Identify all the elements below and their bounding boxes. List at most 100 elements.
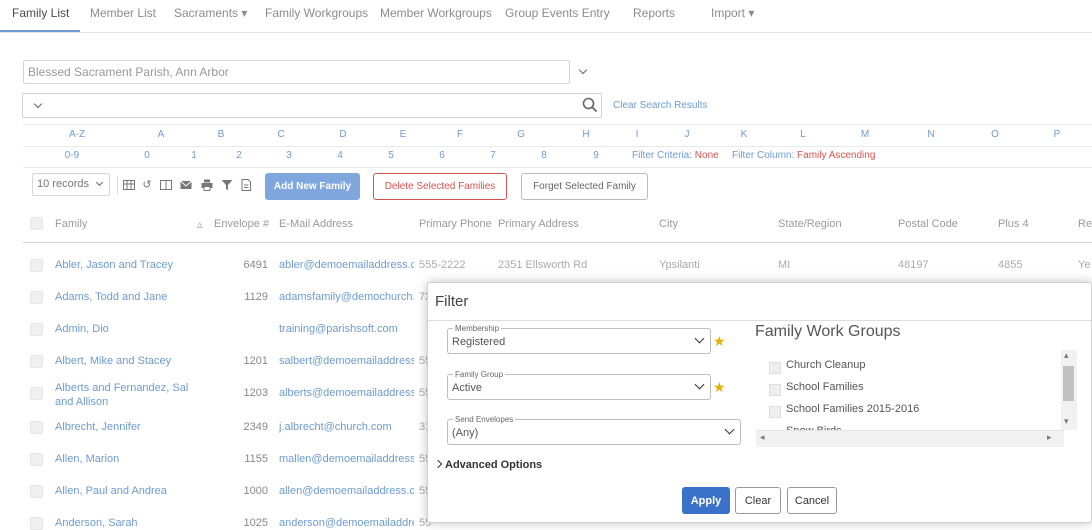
col-envelope[interactable]: Envelope #	[214, 218, 269, 230]
row-checkbox[interactable]	[30, 355, 43, 368]
alpha-filter-item[interactable]: A	[158, 129, 165, 140]
numeric-filter-item[interactable]: 2	[236, 150, 242, 161]
alpha-filter-item[interactable]: O	[991, 129, 999, 140]
grid-icon[interactable]	[123, 179, 135, 191]
row-checkbox[interactable]	[30, 259, 43, 272]
col-email[interactable]: E-Mail Address	[279, 218, 353, 230]
col-address[interactable]: Primary Address	[498, 218, 579, 230]
advanced-options-toggle[interactable]: Advanced Options	[433, 459, 542, 471]
parish-select[interactable]: Blessed Sacrament Parish, Ann Arbor	[23, 60, 588, 84]
row-checkbox[interactable]	[30, 517, 43, 530]
numeric-filter-item[interactable]: 0-9	[65, 150, 79, 161]
alpha-filter-item[interactable]: B	[218, 129, 225, 140]
scroll-right-icon[interactable]: ▸	[1047, 432, 1052, 443]
star-icon[interactable]: ★	[713, 380, 726, 394]
alpha-filter-item[interactable]: C	[277, 129, 284, 140]
alpha-filter-item[interactable]: I	[636, 129, 639, 140]
numeric-filter-item[interactable]: 9	[593, 150, 599, 161]
undo-icon[interactable]: ↺	[141, 179, 153, 191]
tab-group-events-entry[interactable]: Group Events Entry	[505, 6, 610, 20]
send-envelopes-select[interactable]: Send Envelopes (Any)	[447, 415, 741, 445]
alpha-filter-item[interactable]: N	[927, 129, 934, 140]
alpha-filter-item[interactable]: L	[800, 129, 806, 140]
numeric-filter-item[interactable]: 4	[337, 150, 343, 161]
alpha-filter-item[interactable]: P	[1054, 129, 1061, 140]
family-name-link[interactable]: Allen, Paul and Andrea	[55, 485, 195, 497]
print-icon[interactable]	[201, 179, 213, 191]
col-re[interactable]: Re	[1078, 218, 1092, 230]
add-family-button[interactable]: Add New Family	[265, 173, 360, 200]
email-link[interactable]: training@parishsoft.com	[279, 323, 414, 335]
tab-reports[interactable]: Reports	[633, 6, 675, 20]
row-checkbox[interactable]	[30, 323, 43, 336]
delete-families-button[interactable]: Delete Selected Families	[373, 173, 507, 200]
cancel-button[interactable]: Cancel	[787, 487, 837, 514]
numeric-filter-item[interactable]: 0	[144, 150, 150, 161]
horizontal-scrollbar[interactable]: ◂ ▸	[756, 430, 1064, 447]
email-link[interactable]: allen@demoemailaddress.c	[279, 485, 414, 497]
col-phone[interactable]: Primary Phone	[419, 218, 492, 230]
vertical-scrollbar[interactable]: ▴ ▾	[1061, 350, 1077, 430]
email-link[interactable]: abler@demoemailaddress.c	[279, 259, 414, 271]
scroll-up-icon[interactable]: ▴	[1064, 350, 1069, 361]
family-name-link[interactable]: Alberts and Fernandez, Sal and Allison	[55, 381, 195, 409]
filter-icon[interactable]	[221, 179, 233, 191]
alpha-filter-item[interactable]: D	[339, 129, 346, 140]
tab-member-workgroups[interactable]: Member Workgroups	[380, 6, 492, 20]
row-checkbox[interactable]	[30, 387, 43, 400]
forget-family-button[interactable]: Forget Selected Family	[521, 173, 648, 200]
alpha-filter-item[interactable]: A-Z	[69, 129, 85, 140]
search-icon[interactable]	[582, 97, 598, 113]
numeric-filter-item[interactable]: 7	[490, 150, 496, 161]
email-link[interactable]: alberts@demoemailaddress	[279, 387, 414, 399]
search-bar[interactable]	[22, 93, 602, 118]
alpha-filter-item[interactable]: H	[582, 129, 589, 140]
alpha-filter-item[interactable]: M	[861, 129, 869, 140]
scrollbar-thumb[interactable]	[1063, 366, 1074, 401]
tab-family-list[interactable]: Family List	[12, 6, 69, 20]
select-all-checkbox[interactable]	[30, 217, 43, 230]
work-group-checkbox[interactable]	[769, 384, 781, 396]
search-input[interactable]	[53, 97, 573, 114]
clear-search-link[interactable]: Clear Search Results	[613, 100, 707, 111]
clear-button[interactable]: Clear	[735, 487, 781, 514]
row-checkbox[interactable]	[30, 453, 43, 466]
col-city[interactable]: City	[659, 218, 678, 230]
columns-icon[interactable]	[160, 179, 172, 191]
email-link[interactable]: adamsfamily@demochurch.	[279, 291, 414, 303]
family-name-link[interactable]: Allen, Marion	[55, 453, 195, 465]
alpha-filter-item[interactable]: E	[400, 129, 407, 140]
email-icon[interactable]	[180, 179, 192, 191]
family-name-link[interactable]: Anderson, Sarah	[55, 517, 195, 529]
tab-import[interactable]: Import ▾	[711, 6, 754, 20]
export-icon[interactable]	[240, 179, 252, 191]
scroll-down-icon[interactable]: ▾	[1064, 416, 1069, 427]
email-link[interactable]: mallen@demoemailaddress	[279, 453, 414, 465]
email-link[interactable]: anderson@demoemailaddre	[279, 517, 414, 529]
family-group-select[interactable]: Family Group Active	[447, 370, 711, 400]
star-icon[interactable]: ★	[713, 334, 726, 348]
tab-member-list[interactable]: Member List	[90, 6, 156, 20]
work-group-checkbox[interactable]	[769, 406, 781, 418]
work-groups-list[interactable]: Church Cleanup School Families School Fa…	[756, 350, 1077, 447]
row-checkbox[interactable]	[30, 485, 43, 498]
numeric-filter-item[interactable]: 3	[286, 150, 292, 161]
membership-select[interactable]: Membership Registered	[447, 324, 711, 354]
family-name-link[interactable]: Albrecht, Jennifer	[55, 421, 195, 433]
numeric-filter-item[interactable]: 1	[191, 150, 197, 161]
alpha-filter-item[interactable]: F	[457, 129, 463, 140]
numeric-filter-item[interactable]: 8	[541, 150, 547, 161]
numeric-filter-item[interactable]: 6	[439, 150, 445, 161]
row-checkbox[interactable]	[30, 291, 43, 304]
numeric-filter-item[interactable]: 5	[388, 150, 394, 161]
email-link[interactable]: salbert@demoemailaddress	[279, 355, 414, 367]
col-state[interactable]: State/Region	[778, 218, 842, 230]
tab-sacraments[interactable]: Sacraments ▾	[174, 6, 247, 20]
scroll-left-icon[interactable]: ◂	[760, 432, 765, 443]
alpha-filter-item[interactable]: K	[741, 129, 748, 140]
family-name-link[interactable]: Adams, Todd and Jane	[55, 291, 195, 303]
work-group-checkbox[interactable]	[769, 362, 781, 374]
family-name-link[interactable]: Albert, Mike and Stacey	[55, 355, 195, 367]
apply-button[interactable]: Apply	[682, 487, 730, 514]
col-postal[interactable]: Postal Code	[898, 218, 958, 230]
